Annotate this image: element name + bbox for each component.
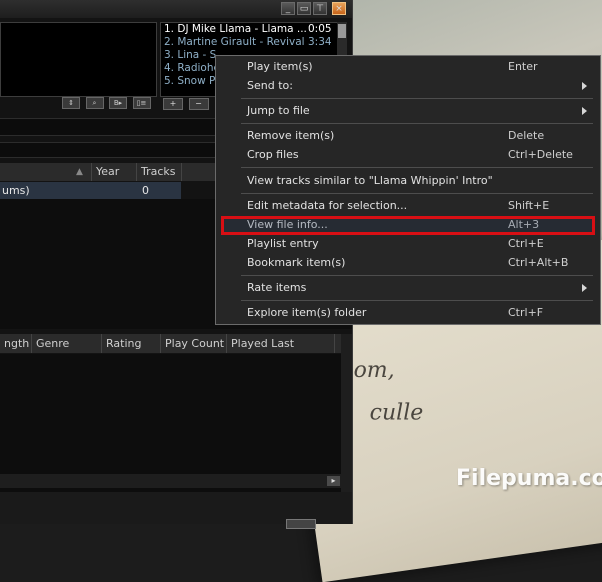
menu-item-shortcut: Enter	[508, 60, 538, 73]
tracks-vertical-scrollbar[interactable]	[341, 334, 352, 492]
library-row[interactable]: ums) 0	[0, 182, 181, 199]
submenu-arrow-icon	[582, 107, 587, 115]
playlist-item-title: 5. Snow P	[164, 75, 216, 87]
context-menu: Play item(s) Enter Send to: Jump to file…	[215, 55, 601, 325]
column-header-play-count[interactable]: Play Count	[161, 334, 227, 353]
menu-separator	[241, 300, 593, 301]
playlist-item-title: 4. Radiohe	[164, 62, 220, 74]
menu-item-label: Crop files	[247, 148, 299, 161]
highlight-annotation	[221, 216, 595, 235]
browser-icon[interactable]: B▸	[109, 97, 127, 109]
playlist-control-strip: + −	[163, 96, 211, 110]
menu-item-jump-to-file[interactable]: Jump to file	[216, 101, 600, 120]
menu-icon[interactable]: ▯≡	[132, 97, 151, 109]
menu-item-label: View tracks similar to "Llama Whippin' I…	[247, 174, 493, 187]
column-header-rating[interactable]: Rating	[102, 334, 161, 353]
restore-button[interactable]: ▭	[297, 2, 311, 15]
menu-item-label: Playlist entry	[247, 237, 319, 250]
submenu-arrow-icon	[582, 82, 587, 90]
library-row-tracks: 0	[142, 184, 149, 197]
menu-item-label: Play item(s)	[247, 60, 313, 73]
menu-item-playlist-entry[interactable]: Playlist entry Ctrl+E	[216, 234, 600, 253]
close-button[interactable]: ×	[332, 2, 346, 15]
menu-separator	[241, 275, 593, 276]
menu-item-shortcut: Ctrl+F	[508, 306, 544, 319]
eject-icon[interactable]: ⇕	[62, 97, 80, 109]
menu-item-remove[interactable]: Remove item(s) Delete	[216, 126, 600, 145]
playlist-item-time: 3:34	[308, 36, 332, 48]
menu-separator	[241, 98, 593, 99]
submenu-arrow-icon	[582, 284, 587, 292]
menu-item-shortcut: Ctrl+E	[508, 237, 544, 250]
menu-item-shortcut: Ctrl+Delete	[508, 148, 573, 161]
library-row-name: ums)	[2, 184, 30, 197]
menu-separator	[241, 123, 593, 124]
menu-item-crop-files[interactable]: Crop files Ctrl+Delete	[216, 145, 600, 164]
playlist-item[interactable]: 1. DJ Mike Llama - Llama ... 0:05	[161, 23, 337, 36]
playlist-item[interactable]: 2. Martine Girault - Revival 3:34	[161, 36, 337, 49]
remove-button[interactable]: −	[188, 98, 209, 110]
menu-item-shortcut: Shift+E	[508, 199, 550, 212]
scrollbar-thumb[interactable]	[338, 24, 346, 38]
minimize-button[interactable]: _	[281, 2, 295, 15]
book-text-line: culle	[369, 400, 424, 426]
menu-item-shortcut: Ctrl+Alt+B	[508, 256, 569, 269]
menu-item-play[interactable]: Play item(s) Enter	[216, 57, 600, 76]
menu-item-shortcut: Delete	[508, 129, 545, 142]
menu-item-label: Rate items	[247, 281, 307, 294]
menu-item-explore-folder[interactable]: Explore item(s) folder Ctrl+F	[216, 303, 600, 322]
book-text-line: om,	[353, 357, 395, 383]
sort-arrow-icon: ▲	[76, 167, 83, 177]
column-header-played-last[interactable]: Played Last	[227, 334, 335, 353]
menu-item-label: Send to:	[247, 79, 293, 92]
playlist-item-title: 3. Lina - S	[164, 49, 217, 61]
menu-item-label: Bookmark item(s)	[247, 256, 346, 269]
column-header-length[interactable]: ngth	[0, 334, 32, 353]
status-button[interactable]	[286, 519, 316, 529]
menu-item-label: Jump to file	[247, 104, 310, 117]
window-titlebar: _ ▭ ⊤ ×	[0, 0, 352, 18]
tracks-list	[0, 354, 345, 492]
menu-item-edit-metadata[interactable]: Edit metadata for selection... Shift+E	[216, 196, 600, 215]
search-icon[interactable]: ⌕	[85, 97, 104, 109]
player-control-strip: ⇕ ⌕ B▸ ▯≡	[60, 95, 151, 109]
column-header-year[interactable]: Year	[92, 163, 137, 181]
playlist-item-time: 0:05	[308, 23, 332, 35]
scroll-right-icon[interactable]: ▸	[327, 476, 340, 486]
playlist-item-title: 2. Martine Girault - Revival	[164, 36, 305, 48]
column-header-genre[interactable]: Genre	[32, 334, 102, 353]
menu-item-send-to[interactable]: Send to:	[216, 76, 600, 95]
menu-item-label: Explore item(s) folder	[247, 306, 367, 319]
tracks-header: ngth Genre Rating Play Count Played Last	[0, 334, 352, 353]
playlist-item-title: 1. DJ Mike Llama - Llama ...	[164, 23, 307, 35]
menu-item-rate-items[interactable]: Rate items	[216, 278, 600, 297]
column-header-tracks[interactable]: Tracks	[137, 163, 182, 181]
watermark-text: Filepuma.com	[456, 466, 602, 491]
menu-item-label: Remove item(s)	[247, 129, 335, 142]
add-button[interactable]: +	[163, 98, 183, 110]
sort-column-header[interactable]: ▲	[0, 163, 92, 181]
shade-button[interactable]: ⊤	[313, 2, 327, 15]
menu-item-view-similar[interactable]: View tracks similar to "Llama Whippin' I…	[216, 171, 600, 190]
menu-separator	[241, 193, 593, 194]
menu-item-label: Edit metadata for selection...	[247, 199, 408, 212]
menu-item-bookmark[interactable]: Bookmark item(s) Ctrl+Alt+B	[216, 253, 600, 272]
player-display	[0, 22, 157, 97]
menu-separator	[241, 167, 593, 168]
tracks-horizontal-scrollbar[interactable]	[0, 474, 341, 488]
